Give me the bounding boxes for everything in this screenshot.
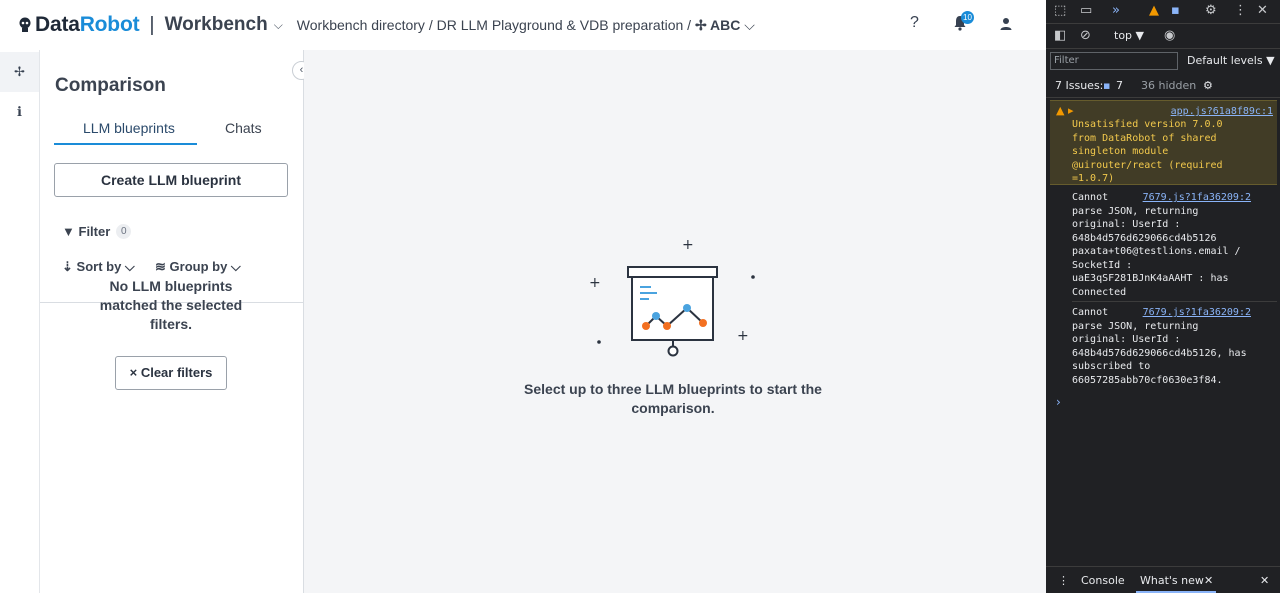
issues-count[interactable]: 7 [1116, 79, 1123, 92]
layers-icon: ≋ [155, 259, 166, 274]
close-drawer-icon[interactable]: ✕ [1260, 574, 1269, 587]
top-header: Data Robot | Workbench ⌵ Workbench direct… [0, 0, 1046, 50]
more-tabs-icon[interactable]: » [1112, 3, 1120, 18]
breadcrumb-current[interactable]: ✢ ABC [695, 17, 740, 33]
svg-text:+: + [589, 275, 601, 291]
close-tab-icon[interactable]: ✕ [1204, 574, 1213, 587]
warning-triangle-icon: ▲ ▸ [1056, 104, 1074, 117]
tab-llm-blueprints[interactable]: LLM blueprints [83, 120, 175, 136]
tab-whats-new[interactable]: What's new [1140, 574, 1204, 587]
console-log-entry: Cannot parse JSON, returning original: U… [1072, 192, 1241, 298]
app-window: Data Robot | Workbench ⌵ Workbench direct… [0, 0, 1046, 593]
presentation-illustration-icon: + + + [589, 237, 755, 357]
chevron-down-icon[interactable]: ⌵ [274, 18, 283, 33]
tab-console[interactable]: Console [1081, 574, 1125, 587]
panel-tabs: LLM blueprints Chats [54, 116, 274, 146]
device-toggle-icon[interactable]: ▭ [1080, 3, 1092, 18]
comparison-main-area: + + + Select up to three LLM blueprints … [304, 50, 1046, 593]
log-levels-dropdown[interactable]: Default levels ▼ [1187, 54, 1275, 67]
inspect-element-icon[interactable]: ⬚ [1054, 3, 1066, 18]
warning-text: Unsatisfied version 7.0.0 from DataRobot… [1072, 119, 1223, 184]
notification-count-badge: 10 [961, 11, 974, 24]
close-devtools-icon[interactable]: ✕ [1257, 3, 1268, 18]
group-by-label: Group by ⌵ [169, 259, 241, 274]
filter-icon: ▼ [62, 224, 75, 239]
create-llm-blueprint-button[interactable]: Create LLM blueprint [54, 163, 288, 197]
sidebar-toggle-icon[interactable]: ◧ [1054, 28, 1066, 43]
sort-by-button[interactable]: ⇣ Sort by ⌵ [62, 259, 135, 275]
devtools-panel: ⬚ ▭ » ▲ ▪ ⚙ ⋮ ✕ ◧ ⊘ top ▼ ◉ Filter Defau… [1046, 0, 1280, 593]
console-log-entry: Cannot parse JSON, returning original: U… [1072, 307, 1247, 386]
logo-text-data: Data [35, 13, 80, 36]
header-separator: | [149, 13, 155, 36]
log-divider [1072, 301, 1277, 302]
console-prompt[interactable]: › [1056, 395, 1061, 409]
datarobot-logo[interactable]: Data Robot [18, 13, 140, 37]
tab-chats[interactable]: Chats [225, 120, 262, 136]
group-by-button[interactable]: ≋ Group by ⌵ [155, 259, 241, 275]
panel-title: Comparison [55, 75, 166, 96]
rail-item-info-icon[interactable]: ℹ [0, 92, 39, 132]
more-options-icon[interactable]: ⋮ [1234, 3, 1247, 18]
warning-icon[interactable]: ▲ [1149, 3, 1159, 18]
hidden-count: 36 hidden [1141, 79, 1197, 92]
empty-state-message: No LLM blueprints matched the selected f… [99, 278, 243, 332]
console-filter-input[interactable]: Filter [1050, 52, 1178, 70]
help-icon[interactable]: ? [910, 14, 919, 32]
svg-text:+: + [737, 328, 749, 344]
clear-console-icon[interactable]: ⊘ [1080, 28, 1091, 43]
clear-filters-button[interactable]: × Clear filters [115, 356, 227, 390]
sort-icon: ⇣ [62, 259, 73, 274]
console-toolbar: ◧ ⊘ top ▼ ◉ [1046, 24, 1280, 49]
comparison-panel: Comparison ‹ LLM blueprints Chats Create… [40, 50, 311, 593]
user-avatar-icon[interactable] [999, 16, 1013, 32]
left-rail: ✢ ℹ [0, 50, 40, 593]
eye-icon[interactable]: ◉ [1164, 28, 1175, 43]
filter-label: Filter [78, 224, 111, 239]
breadcrumb-path[interactable]: Workbench directory / DR LLM Playground … [297, 17, 695, 33]
active-tab-indicator [54, 143, 197, 145]
breadcrumb[interactable]: Workbench directory / DR LLM Playground … [297, 17, 755, 34]
issues-message-icon: ▪ [1103, 79, 1111, 92]
warning-source-link[interactable]: app.js?61a8f89c:1 [1171, 105, 1273, 119]
drawer-menu-icon[interactable]: ⋮ [1058, 574, 1069, 587]
message-icon[interactable]: ▪ [1171, 3, 1180, 18]
settings-gear-icon[interactable]: ⚙ [1205, 3, 1217, 18]
devtools-toolbar: ⬚ ▭ » ▲ ▪ ⚙ ⋮ ✕ [1046, 0, 1280, 24]
workbench-title[interactable]: Workbench [165, 14, 268, 36]
context-selector[interactable]: top ▼ [1114, 29, 1144, 42]
issues-bar: 7 Issues: ▪ 7 36 hidden ⚙ [1046, 74, 1280, 98]
issues-label[interactable]: 7 Issues: [1055, 79, 1103, 92]
robot-logo-icon [19, 17, 31, 32]
sort-by-label: Sort by ⌵ [76, 259, 135, 274]
console-warning-message: ▲ ▸ app.js?61a8f89c:1 Unsatisfied versio… [1050, 100, 1277, 185]
svg-text:+: + [682, 237, 694, 253]
logo-text-robot: Robot [79, 13, 140, 36]
select-blueprints-message: Select up to three LLM blueprints to sta… [524, 381, 822, 416]
issues-settings-gear-icon[interactable]: ⚙ [1203, 79, 1213, 92]
rail-item-ai-icon[interactable]: ✢ [0, 52, 39, 92]
breadcrumb-chevron-icon[interactable]: ⌵ [744, 17, 755, 33]
filter-button[interactable]: ▼ Filter 0 [62, 224, 132, 239]
devtools-drawer-tabs: ⋮ Console What's new ✕ ✕ [1046, 566, 1280, 593]
filter-count-badge: 0 [116, 224, 132, 239]
